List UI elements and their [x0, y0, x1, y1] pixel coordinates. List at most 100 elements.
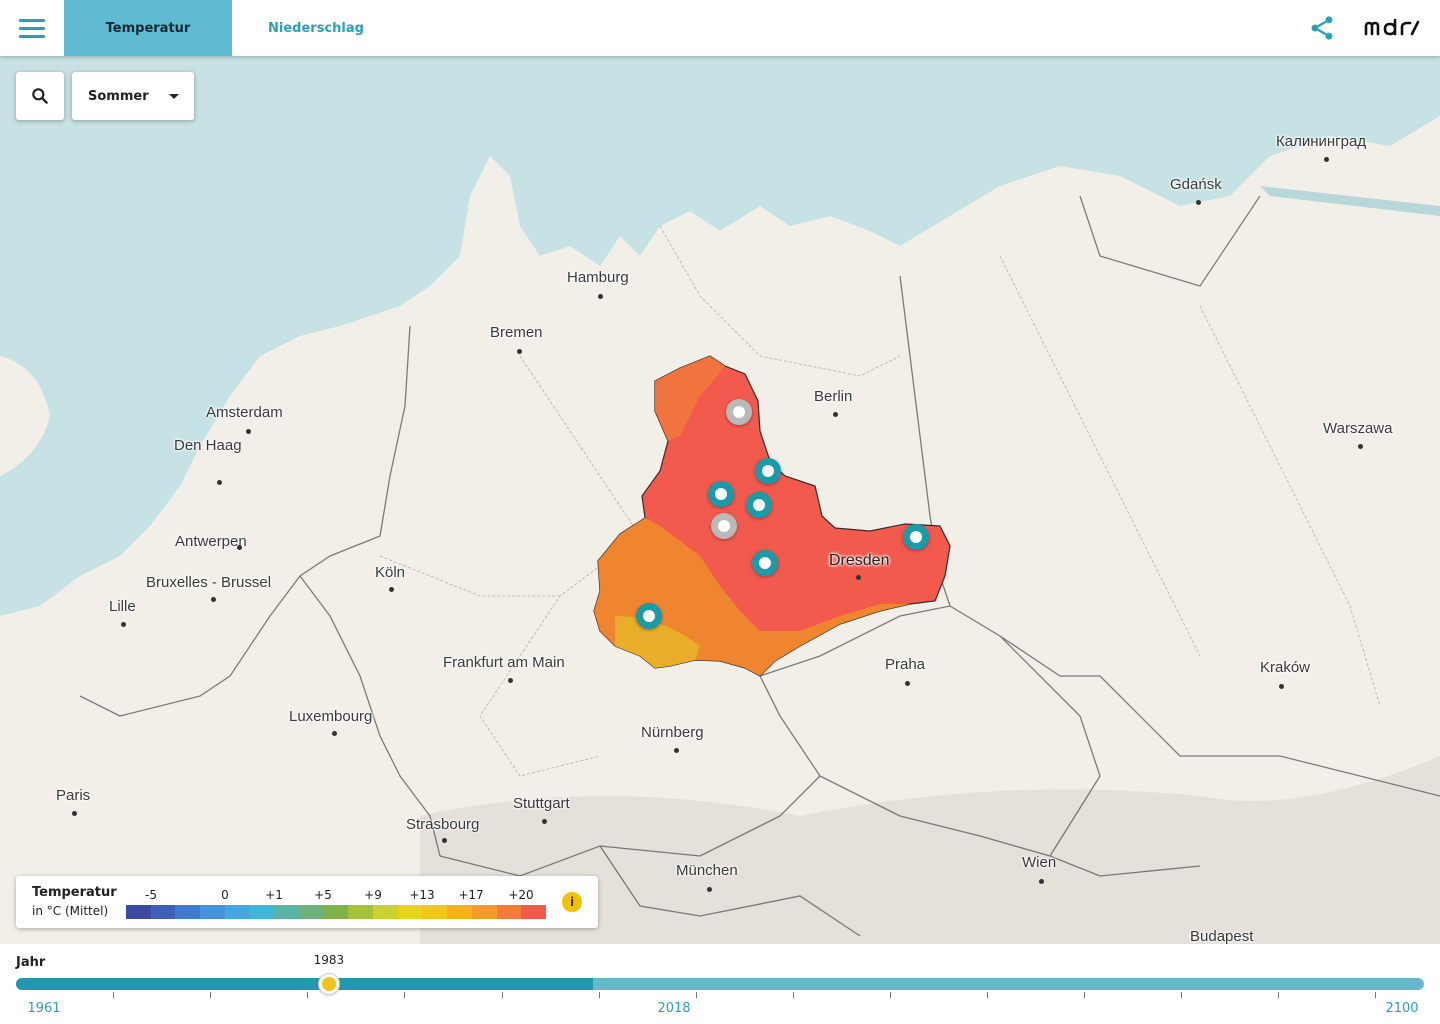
legend-title: Temperatur — [32, 885, 117, 900]
legend-color-swatch — [200, 905, 225, 919]
station-marker[interactable] — [746, 492, 772, 518]
legend-color-swatch — [298, 905, 324, 919]
top-bar: Temperatur Niederschlag — [0, 0, 1440, 56]
city-label-wien: Wien — [1022, 854, 1057, 871]
city-label-lille: Lille — [109, 598, 136, 615]
legend-color-swatch — [447, 905, 472, 919]
city-label-muenchen: München — [676, 862, 738, 879]
legend-color-swatch — [175, 905, 201, 919]
station-marker[interactable] — [755, 458, 781, 484]
legend-color-scale — [126, 905, 546, 919]
city-dot-wien — [1039, 879, 1044, 884]
legend-color-swatch — [496, 905, 522, 919]
city-label-hamburg: Hamburg — [567, 269, 629, 286]
map-view[interactable]: Калининград Gdańsk Hamburg Bremen Berlin… — [0, 56, 1440, 944]
city-dot-kaliningrad — [1324, 157, 1329, 162]
city-label-bremen: Bremen — [490, 324, 543, 341]
legend-color-swatch — [323, 905, 349, 919]
legend-tick-label: +20 — [508, 888, 534, 902]
legend-color-swatch — [348, 905, 374, 919]
legend-tick-label: +9 — [364, 888, 382, 902]
timeline-tick — [792, 992, 794, 998]
station-marker[interactable] — [903, 524, 929, 550]
season-dropdown-value: Sommer — [88, 88, 149, 104]
city-dot-dresden — [856, 575, 861, 580]
timeline-current-year: 1983 — [313, 953, 345, 967]
tab-temperatur[interactable]: Temperatur — [64, 0, 232, 56]
timeline-tick — [1181, 992, 1183, 998]
legend-subtitle: in °C (Mittel) — [32, 904, 109, 918]
timeline-ticks — [16, 992, 1424, 998]
search-button[interactable] — [16, 72, 64, 120]
share-icon[interactable] — [1308, 14, 1336, 42]
city-label-paris: Paris — [56, 787, 91, 804]
station-marker-inactive[interactable] — [726, 399, 752, 425]
legend-color-swatch — [422, 905, 448, 919]
hamburger-menu-icon[interactable] — [8, 4, 56, 52]
timeline-end-year: 2100 — [1385, 1001, 1419, 1016]
legend-color-swatch — [224, 905, 250, 919]
city-dot-praha — [905, 681, 910, 686]
city-dot-paris — [72, 811, 77, 816]
city-label-luxembourg: Luxembourg — [289, 708, 373, 725]
legend-color-swatch — [150, 905, 176, 919]
legend-color-swatch — [471, 905, 497, 919]
legend-tick-label: +5 — [314, 888, 332, 902]
year-timeline: Jahr 1983 1961 2018 2100 — [0, 944, 1440, 1024]
chevron-down-icon — [169, 94, 179, 99]
temperature-legend: Temperatur in °C (Mittel) -5 0 +1 +5 +9 … — [16, 876, 598, 928]
city-dot-stuttgart — [542, 819, 547, 824]
station-marker[interactable] — [636, 603, 662, 629]
legend-color-swatch — [373, 905, 398, 919]
city-dot-frankfurt — [508, 678, 513, 683]
legend-tick-label: +17 — [458, 888, 484, 902]
city-dot-warszawa — [1358, 444, 1363, 449]
city-dot-nuernberg — [674, 748, 679, 753]
city-label-kaliningrad: Калининград — [1276, 133, 1367, 150]
legend-tick-label: +1 — [265, 888, 283, 902]
timeline-tick — [113, 992, 115, 998]
tab-niederschlag[interactable]: Niederschlag — [232, 0, 400, 56]
timeline-tick — [210, 992, 212, 998]
city-dot-bruxelles — [211, 597, 216, 602]
timeline-start-year: 1961 — [27, 1001, 61, 1016]
city-label-dresden: Dresden — [829, 552, 890, 569]
season-dropdown[interactable]: Sommer — [72, 72, 194, 120]
city-label-budapest: Budapest — [1190, 928, 1254, 944]
info-icon[interactable]: i — [562, 892, 582, 912]
city-label-nuernberg: Nürnberg — [641, 724, 704, 741]
timeline-label: Jahr — [16, 955, 46, 970]
timeline-tick — [598, 992, 600, 998]
legend-tick-label: 0 — [221, 888, 229, 902]
timeline-historic-range — [16, 978, 594, 990]
city-dot-koeln — [389, 587, 394, 592]
timeline-tick — [404, 992, 406, 998]
timeline-track[interactable] — [16, 978, 1424, 990]
legend-tick-label: +13 — [409, 888, 435, 902]
timeline-tick — [1278, 992, 1280, 998]
city-label-stuttgart: Stuttgart — [513, 795, 570, 812]
station-marker[interactable] — [708, 481, 734, 507]
city-label-gdansk: Gdańsk — [1170, 176, 1222, 193]
city-dot-luxembourg — [332, 731, 337, 736]
city-dot-hamburg — [598, 294, 603, 299]
timeline-tick — [1375, 992, 1377, 998]
timeline-tick — [1084, 992, 1086, 998]
timeline-tick — [307, 992, 309, 998]
city-label-krakow: Kraków — [1260, 659, 1311, 676]
city-label-berlin: Berlin — [814, 388, 853, 405]
legend-color-swatch — [521, 905, 546, 919]
city-dot-bremen — [517, 349, 522, 354]
station-marker-inactive[interactable] — [711, 513, 737, 539]
city-label-praha: Praha — [885, 656, 926, 673]
station-marker[interactable] — [752, 550, 778, 576]
city-label-strasbourg: Strasbourg — [406, 816, 480, 833]
city-label-antwerpen: Antwerpen — [175, 533, 247, 550]
city-dot-den-haag — [217, 480, 222, 485]
city-label-den-haag: Den Haag — [174, 437, 242, 454]
timeline-mid-year: 2018 — [657, 1001, 691, 1016]
city-label-koeln: Köln — [375, 564, 406, 581]
legend-tick-label: -5 — [145, 888, 157, 902]
timeline-tick — [695, 992, 697, 998]
timeline-slider-handle[interactable] — [318, 974, 339, 994]
